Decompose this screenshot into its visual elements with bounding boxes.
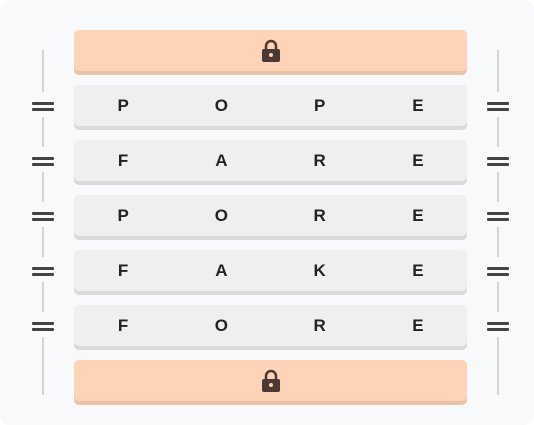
letter-tile: P	[313, 95, 326, 115]
drag-handle-icon[interactable]	[487, 155, 509, 169]
drag-handle-icon[interactable]	[487, 100, 509, 114]
lock-icon	[261, 39, 280, 62]
guide-line	[497, 282, 499, 312]
letter-tile: E	[412, 315, 424, 335]
letter-tile: O	[214, 315, 228, 335]
guide-line	[497, 227, 499, 257]
guide-line	[42, 50, 44, 92]
letter-tile: E	[412, 95, 424, 115]
guide-line	[497, 50, 499, 92]
letter-tile: F	[117, 150, 129, 170]
guide-line	[497, 117, 499, 147]
letter-tile: F	[117, 260, 129, 280]
letter-tile: E	[412, 205, 424, 225]
locked-top-bar	[74, 30, 467, 71]
drag-handle-icon[interactable]	[32, 265, 54, 279]
drag-handle-icon[interactable]	[32, 100, 54, 114]
word-row[interactable]: POPE	[74, 85, 467, 126]
guide-line	[42, 227, 44, 257]
letter-tile: R	[313, 315, 326, 335]
letter-tile: O	[214, 205, 228, 225]
guide-line	[42, 172, 44, 202]
drag-handle-icon[interactable]	[32, 210, 54, 224]
guide-line	[42, 282, 44, 312]
letter-tile: A	[215, 150, 228, 170]
drag-handle-icon[interactable]	[487, 210, 509, 224]
drag-handle-icon[interactable]	[32, 320, 54, 334]
letter-tile: R	[313, 150, 326, 170]
word-row[interactable]: FAKE	[74, 250, 467, 291]
guide-line	[497, 172, 499, 202]
guide-line	[42, 117, 44, 147]
puzzle-board: P O P E F A R E P O R E F A K E F O R E	[0, 0, 534, 425]
letter-tile: O	[214, 95, 228, 115]
word-row[interactable]: FORE	[74, 305, 467, 346]
letter-tile: P	[117, 205, 129, 225]
drag-handle-icon[interactable]	[32, 155, 54, 169]
drag-handle-icon[interactable]	[487, 320, 509, 334]
letter-tile: F	[117, 315, 129, 335]
letter-tile: E	[412, 150, 424, 170]
word-row[interactable]: PORE	[74, 195, 467, 236]
word-row[interactable]: FARE	[74, 140, 467, 181]
letter-tile: E	[412, 260, 424, 280]
letter-tile: A	[215, 260, 228, 280]
letter-tile: K	[313, 260, 326, 280]
guide-line	[42, 337, 44, 395]
guide-line	[497, 337, 499, 395]
drag-handle-icon[interactable]	[487, 265, 509, 279]
letter-tile: R	[313, 205, 326, 225]
lock-icon	[261, 369, 280, 392]
letter-tile: P	[117, 95, 129, 115]
locked-bottom-bar	[74, 360, 467, 401]
